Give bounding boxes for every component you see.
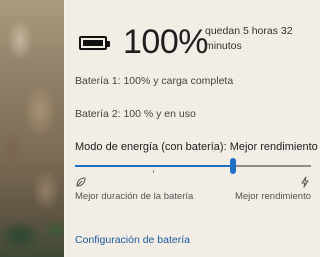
power-mode-label: Modo de energía (con batería): Mejor ren…: [75, 141, 318, 153]
battery-icon: [79, 36, 110, 50]
slider-tick: [153, 170, 154, 173]
power-mode-slider[interactable]: [75, 158, 311, 174]
battery-flyout: 100% quedan 5 horas 32 minutos Batería 1…: [64, 0, 320, 257]
battery-percent: 100%: [123, 23, 208, 61]
battery-tip: [107, 41, 110, 47]
bolt-icon: [301, 176, 309, 188]
battery-fill: [83, 40, 103, 46]
slider-thumb[interactable]: [230, 158, 236, 174]
slider-track-filled[interactable]: [75, 165, 233, 167]
slider-min-label: Mejor duración de la batería: [75, 191, 194, 202]
slider-max-label: Mejor rendimiento: [234, 191, 311, 202]
desktop-wallpaper: [0, 0, 64, 257]
battery-1-status: Batería 1: 100% y carga completa: [75, 75, 234, 87]
time-remaining: quedan 5 horas 32 minutos: [205, 25, 293, 52]
screen: 100% quedan 5 horas 32 minutos Batería 1…: [0, 0, 320, 257]
battery-settings-link[interactable]: Configuración de batería: [75, 234, 190, 246]
battery-2-status: Batería 2: 100 % y en uso: [75, 108, 196, 120]
leaf-icon: [76, 177, 86, 187]
slider-track-empty[interactable]: [233, 165, 311, 167]
